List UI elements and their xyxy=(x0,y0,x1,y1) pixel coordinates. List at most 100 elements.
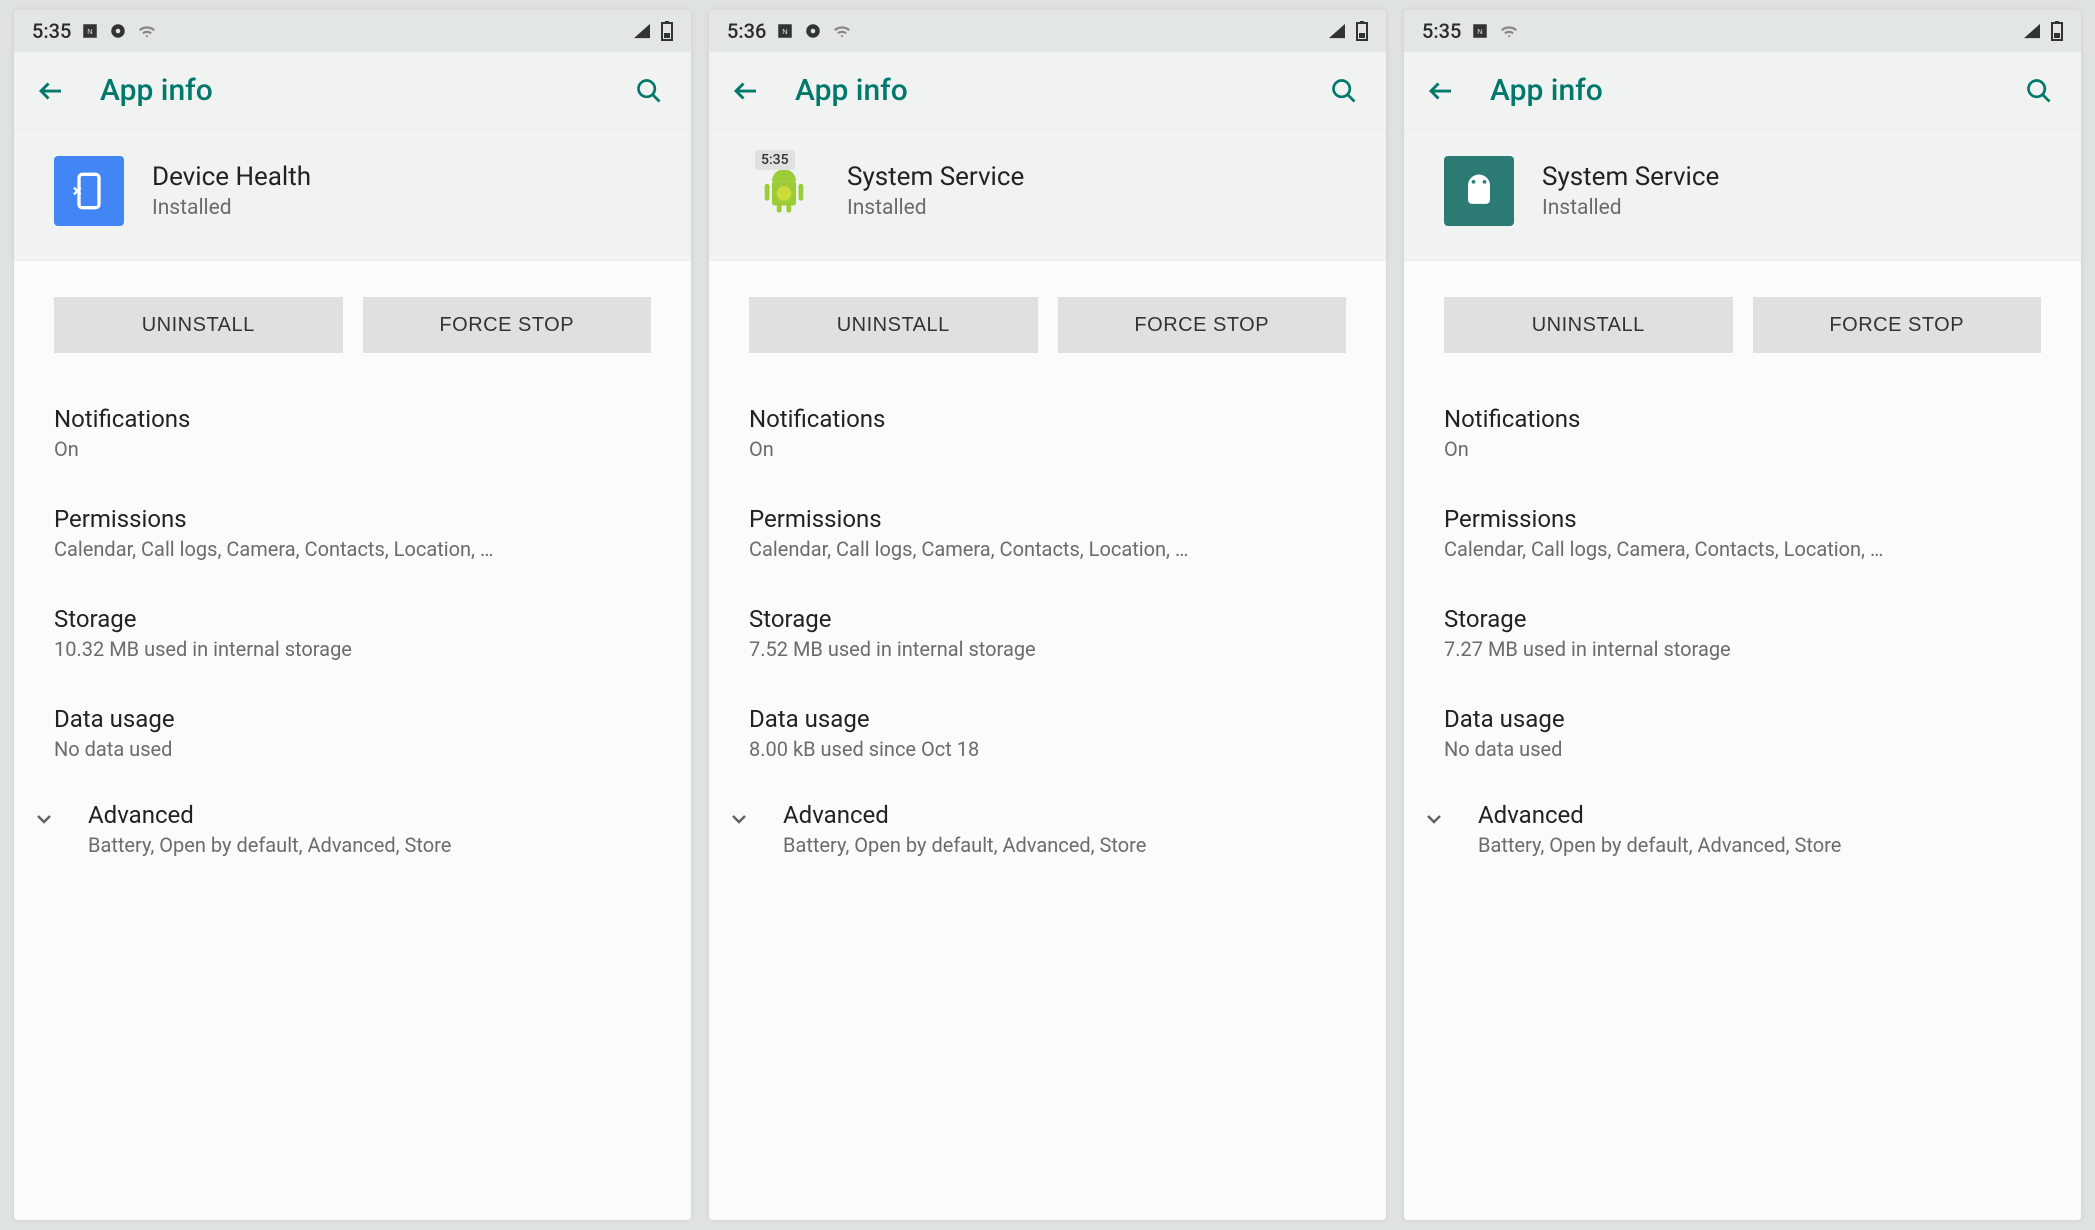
app-name: System Service xyxy=(847,162,1024,192)
item-subtitle: 7.52 MB used in internal storage xyxy=(749,637,1346,661)
app-name: System Service xyxy=(1542,162,1719,192)
item-title: Notifications xyxy=(1444,405,2041,433)
wifi-icon xyxy=(832,23,852,39)
data-usage-item[interactable]: Data usage No data used xyxy=(1404,683,2081,783)
app-header: 5:35 System Service Installed xyxy=(709,130,1386,261)
item-title: Permissions xyxy=(1444,505,2041,533)
storage-item[interactable]: Storage 7.52 MB used in internal storage xyxy=(709,583,1386,683)
item-subtitle: On xyxy=(54,437,651,461)
status-time: 5:35 xyxy=(32,19,71,43)
app-header: System Service Installed xyxy=(1404,130,2081,261)
status-bar: 5:36 N xyxy=(709,10,1386,52)
status-bar: 5:35 N xyxy=(14,10,691,52)
item-subtitle: On xyxy=(1444,437,2041,461)
force-stop-button[interactable]: FORCE STOP xyxy=(1753,297,2042,353)
advanced-item[interactable]: Advanced Battery, Open by default, Advan… xyxy=(1404,783,2081,879)
chevron-down-icon xyxy=(727,807,753,831)
nfc-icon: N xyxy=(1471,22,1489,40)
svg-text:N: N xyxy=(1478,27,1483,36)
page-title: App info xyxy=(1490,73,2025,108)
wifi-icon xyxy=(1499,23,1519,39)
item-title: Notifications xyxy=(54,405,651,433)
item-subtitle: Calendar, Call logs, Camera, Contacts, L… xyxy=(54,537,651,561)
nfc-icon: N xyxy=(81,22,99,40)
chevron-down-icon xyxy=(1422,807,1448,831)
item-subtitle: Battery, Open by default, Advanced, Stor… xyxy=(1478,833,2041,857)
phone-screen-3: 5:35 N App info System Service Installed xyxy=(1404,10,2081,1220)
item-title: Storage xyxy=(54,605,651,633)
settings-list: Notifications On Permissions Calendar, C… xyxy=(1404,379,2081,1220)
app-status: Installed xyxy=(1542,196,1719,220)
back-button[interactable] xyxy=(1426,76,1460,106)
battery-icon xyxy=(1356,21,1368,41)
signal-icon xyxy=(2023,23,2041,39)
notifications-item[interactable]: Notifications On xyxy=(709,383,1386,483)
item-title: Advanced xyxy=(1478,801,2041,829)
notifications-item[interactable]: Notifications On xyxy=(1404,383,2081,483)
gear-icon xyxy=(804,22,822,40)
wifi-icon xyxy=(137,23,157,39)
page-title: App info xyxy=(100,73,635,108)
item-title: Data usage xyxy=(749,705,1346,733)
permissions-item[interactable]: Permissions Calendar, Call logs, Camera,… xyxy=(709,483,1386,583)
storage-item[interactable]: Storage 7.27 MB used in internal storage xyxy=(1404,583,2081,683)
uninstall-button[interactable]: UNINSTALL xyxy=(1444,297,1733,353)
item-title: Advanced xyxy=(88,801,651,829)
battery-icon xyxy=(2051,21,2063,41)
item-subtitle: No data used xyxy=(1444,737,2041,761)
notifications-item[interactable]: Notifications On xyxy=(14,383,691,483)
action-buttons: UNINSTALL FORCE STOP xyxy=(14,261,691,379)
app-header: Device Health Installed xyxy=(14,130,691,261)
item-subtitle: Battery, Open by default, Advanced, Stor… xyxy=(783,833,1346,857)
item-subtitle: No data used xyxy=(54,737,651,761)
signal-icon xyxy=(633,23,651,39)
item-title: Permissions xyxy=(749,505,1346,533)
force-stop-button[interactable]: FORCE STOP xyxy=(363,297,652,353)
permissions-item[interactable]: Permissions Calendar, Call logs, Camera,… xyxy=(1404,483,2081,583)
storage-item[interactable]: Storage 10.32 MB used in internal storag… xyxy=(14,583,691,683)
item-title: Data usage xyxy=(54,705,651,733)
advanced-item[interactable]: Advanced Battery, Open by default, Advan… xyxy=(709,783,1386,879)
item-subtitle: 7.27 MB used in internal storage xyxy=(1444,637,2041,661)
back-button[interactable] xyxy=(731,76,765,106)
gear-icon xyxy=(109,22,127,40)
app-icon xyxy=(54,156,124,226)
item-subtitle: Battery, Open by default, Advanced, Stor… xyxy=(88,833,651,857)
item-subtitle: 10.32 MB used in internal storage xyxy=(54,637,651,661)
status-time: 5:36 xyxy=(727,19,766,43)
phone-screen-1: 5:35 N App info Device Health Installed … xyxy=(14,10,691,1220)
status-time: 5:35 xyxy=(1422,19,1461,43)
item-title: Storage xyxy=(749,605,1346,633)
force-stop-button[interactable]: FORCE STOP xyxy=(1058,297,1347,353)
uninstall-button[interactable]: UNINSTALL xyxy=(54,297,343,353)
signal-icon xyxy=(1328,23,1346,39)
item-subtitle: Calendar, Call logs, Camera, Contacts, L… xyxy=(1444,537,2041,561)
advanced-item[interactable]: Advanced Battery, Open by default, Advan… xyxy=(14,783,691,879)
item-title: Notifications xyxy=(749,405,1346,433)
back-button[interactable] xyxy=(36,76,70,106)
phone-screen-2: 5:36 N App info 5:35 xyxy=(709,10,1386,1220)
svg-text:N: N xyxy=(88,27,93,36)
chevron-down-icon xyxy=(32,807,58,831)
permissions-item[interactable]: Permissions Calendar, Call logs, Camera,… xyxy=(14,483,691,583)
data-usage-item[interactable]: Data usage 8.00 kB used since Oct 18 xyxy=(709,683,1386,783)
item-title: Advanced xyxy=(783,801,1346,829)
search-button[interactable] xyxy=(2025,77,2059,105)
page-title: App info xyxy=(795,73,1330,108)
app-icon: 5:35 xyxy=(749,156,819,226)
search-button[interactable] xyxy=(1330,77,1364,105)
settings-list: Notifications On Permissions Calendar, C… xyxy=(709,379,1386,1220)
app-name: Device Health xyxy=(152,162,311,192)
action-buttons: UNINSTALL FORCE STOP xyxy=(1404,261,2081,379)
item-subtitle: On xyxy=(749,437,1346,461)
data-usage-item[interactable]: Data usage No data used xyxy=(14,683,691,783)
app-status: Installed xyxy=(152,196,311,220)
app-status: Installed xyxy=(847,196,1024,220)
battery-icon xyxy=(661,21,673,41)
status-bar: 5:35 N xyxy=(1404,10,2081,52)
search-button[interactable] xyxy=(635,77,669,105)
nfc-icon: N xyxy=(776,22,794,40)
app-icon xyxy=(1444,156,1514,226)
uninstall-button[interactable]: UNINSTALL xyxy=(749,297,1038,353)
item-title: Data usage xyxy=(1444,705,2041,733)
